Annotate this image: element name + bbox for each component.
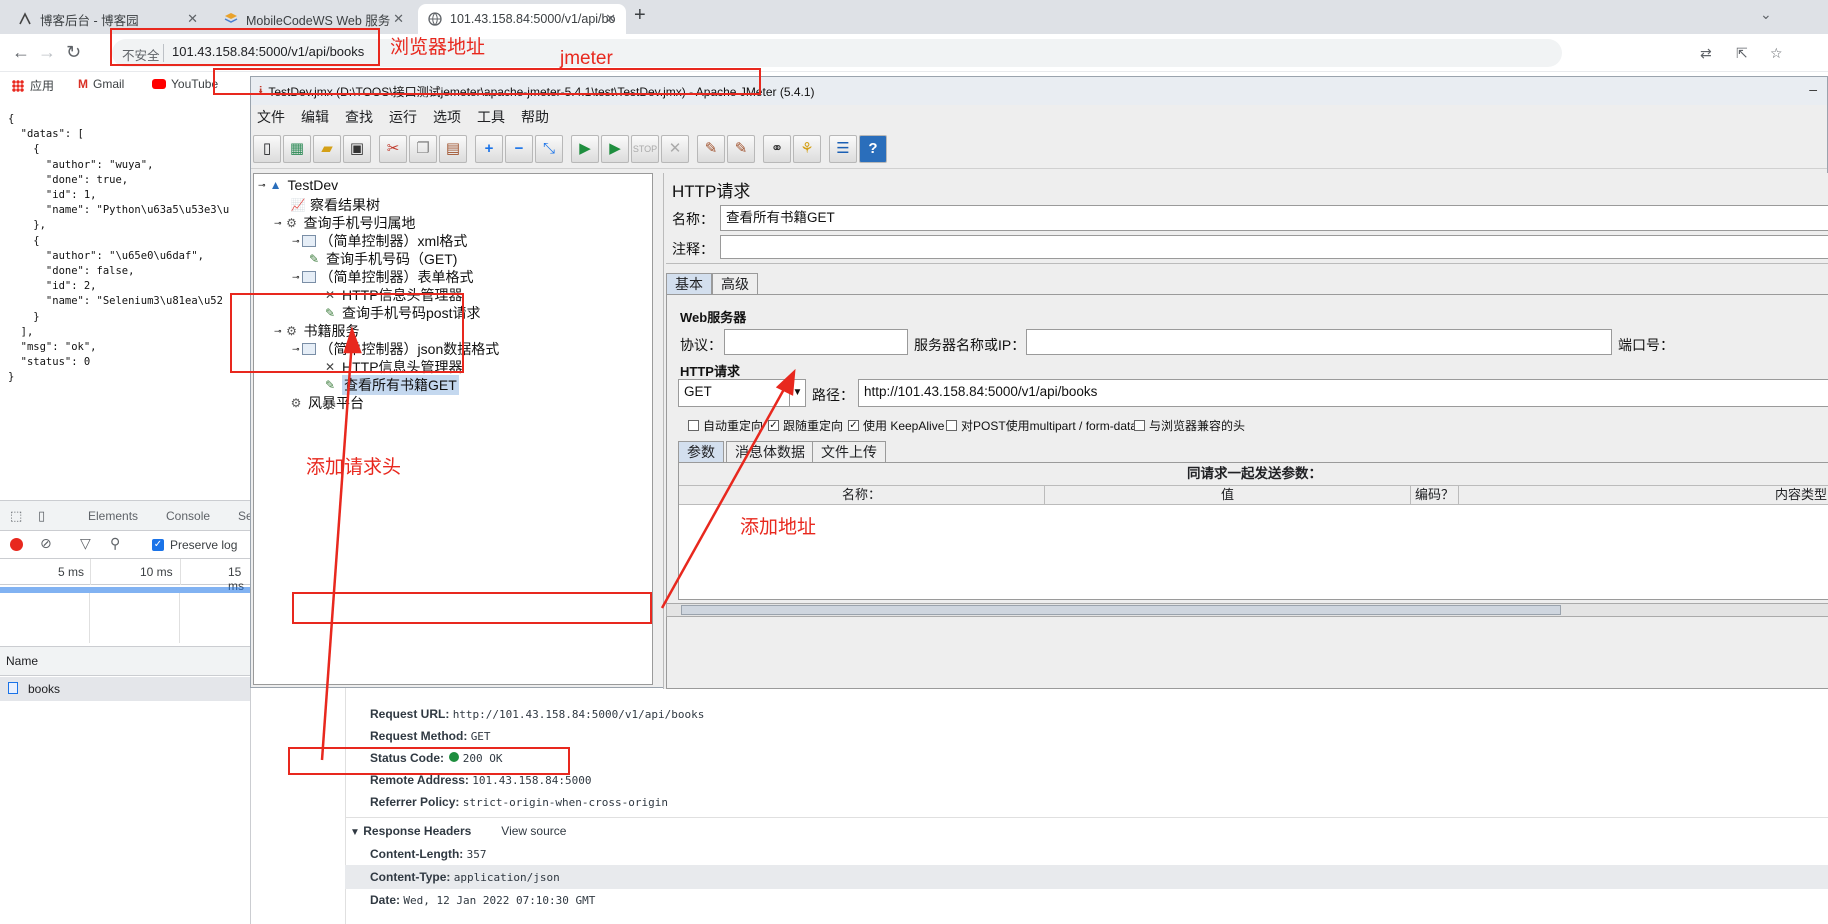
arrow-head [343, 326, 362, 354]
arrow-address [660, 381, 790, 609]
arrow-header [320, 339, 354, 761]
annotation-arrows [320, 326, 796, 761]
arrow-head [775, 368, 796, 396]
